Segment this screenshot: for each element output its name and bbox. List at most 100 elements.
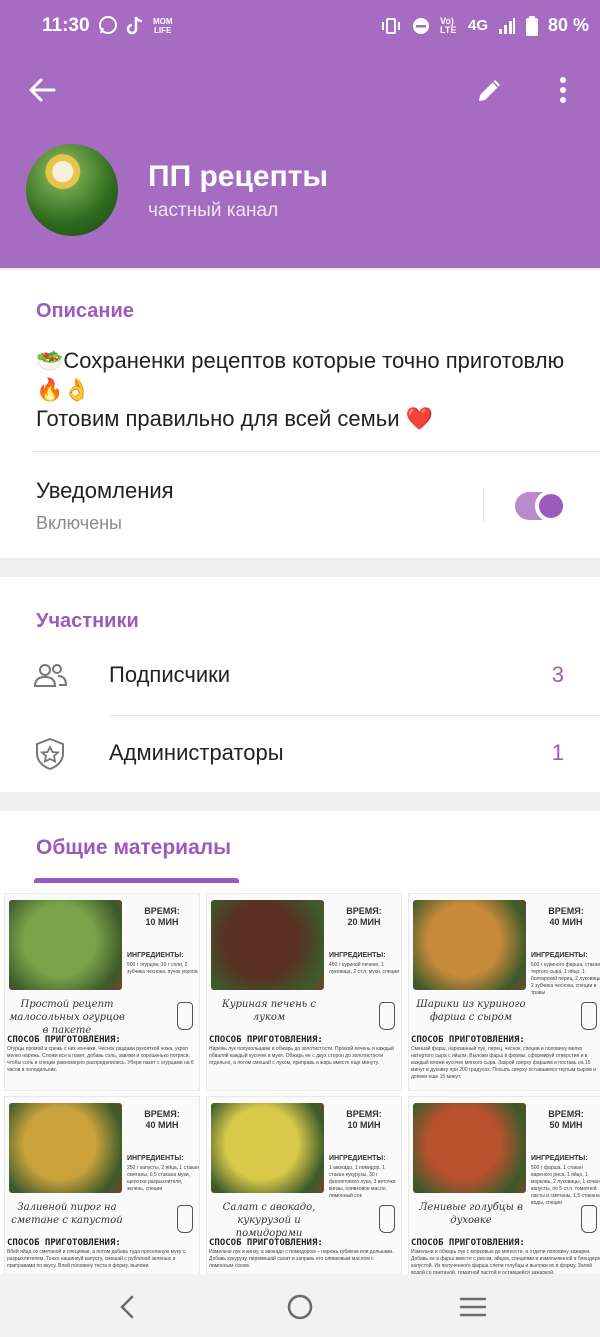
more-vertical-icon[interactable] bbox=[552, 74, 574, 106]
administrators-row[interactable]: Администраторы 1 bbox=[0, 716, 600, 792]
administrators-label: Администраторы bbox=[109, 740, 284, 765]
method-text: Вбей яйца со сметаной и специями, а пото… bbox=[7, 1249, 186, 1269]
ingredients-title: ИНГРЕДИЕНТЫ: bbox=[127, 952, 184, 959]
battery-percent: 80 % bbox=[548, 15, 590, 35]
recipe-caption: Ленивые голубцы в духовке bbox=[419, 1202, 523, 1226]
shield-star-icon bbox=[36, 737, 64, 771]
recipe-photo bbox=[413, 900, 526, 990]
notifications-row[interactable] bbox=[0, 452, 600, 558]
subscribers-row[interactable]: Подписчики 3 bbox=[0, 638, 600, 714]
status-time: 11:30 bbox=[42, 15, 90, 36]
system-icons: Vo) LTE 4G 80 % bbox=[380, 15, 589, 36]
subscribers-label: Подписчики bbox=[109, 662, 231, 687]
bottle-icon bbox=[581, 1205, 597, 1233]
battery-icon bbox=[526, 15, 539, 36]
bottle-icon bbox=[379, 1002, 395, 1030]
media-tile[interactable]: ВРЕМЯ: 20 МИН ИНГРЕДИЕНТЫ: 450 г куриной п… bbox=[206, 893, 402, 1091]
description-title: Описание bbox=[36, 300, 134, 322]
arrow-left-icon[interactable] bbox=[26, 74, 58, 106]
media-tile[interactable]: ВРЕМЯ: 40 МИН ИНГРЕДИЕНТЫ: 250 г капусты, … bbox=[4, 1096, 200, 1294]
administrators-count: 1 bbox=[551, 740, 564, 765]
media-tile[interactable]: ВРЕМЯ: 50 МИН ИНГРЕДИЕНТЫ: 500 г фарша, 1 … bbox=[408, 1096, 600, 1294]
ingredients-text: 500 г огурцов, 10 г соли, 2 зубчика чесн… bbox=[127, 962, 198, 975]
method-text: Смешай фарш, нарезанный лук, перец, чесн… bbox=[411, 1046, 596, 1080]
svg-text:LIFE: LIFE bbox=[154, 26, 172, 35]
notifications-toggle[interactable] bbox=[515, 490, 567, 522]
ingredients-title: ИНГРЕДИЕНТЫ: bbox=[531, 1155, 588, 1162]
bottle-icon bbox=[379, 1205, 395, 1233]
nav-back-icon[interactable] bbox=[112, 1292, 142, 1322]
tab-shared-media[interactable]: Общие материалы bbox=[36, 836, 231, 860]
description-line-2: Готовим правильно для всей семьи ❤️ bbox=[36, 406, 434, 431]
bottle-icon bbox=[581, 1002, 597, 1030]
ingredients-title: ИНГРЕДИЕНТЫ: bbox=[531, 952, 588, 959]
whatsapp-icon bbox=[99, 16, 117, 34]
recipe-time: ВРЕМЯ: 10 МИН bbox=[346, 1109, 382, 1130]
volte-icon: Vo) LTE bbox=[440, 15, 457, 35]
recipe-time: ВРЕМЯ: 40 МИН bbox=[548, 906, 584, 927]
recipe-photo bbox=[211, 900, 324, 990]
recipe-photo bbox=[9, 1103, 122, 1193]
ingredients-text: 250 г капусты, 2 яйца, 1 стакан сметаны,… bbox=[127, 1165, 199, 1192]
method-text: Нарежь лук полукольцами и обжарь до золо… bbox=[209, 1046, 394, 1066]
media-tile[interactable]: ВРЕМЯ: 10 МИН ИНГРЕДИЕНТЫ: 1 авокадо, 1 по… bbox=[206, 1096, 402, 1294]
ingredients-text: 450 г куриной печени, 1 луковица, 2 ст.л… bbox=[329, 962, 399, 975]
method-text: Огурцы промой и срежь с них кончики. Чес… bbox=[7, 1046, 194, 1073]
ingredients-title: ИНГРЕДИЕНТЫ: bbox=[127, 1155, 184, 1162]
tab-indicator bbox=[34, 878, 239, 883]
ingredients-text: 1 авокадо, 1 помидор, 1 стакан кукурузы,… bbox=[329, 1165, 396, 1199]
description-line-1: 🥗Сохраненки рецептов которые точно приго… bbox=[36, 348, 565, 402]
status-bar: 11:30 MOM LIFE Vo) LTE 4G 80 % bbox=[0, 0, 600, 50]
ingredients-title: ИНГРЕДИЕНТЫ: bbox=[329, 952, 386, 959]
recipe-time: ВРЕМЯ: 40 МИН bbox=[144, 1109, 180, 1130]
signal-icon bbox=[499, 17, 516, 34]
method-title: СПОСОБ ПРИГОТОВЛЕНИЯ: bbox=[7, 1035, 121, 1045]
dnd-icon bbox=[413, 17, 429, 34]
method-text: Измельчи и обжарь лук с морковью до мягк… bbox=[411, 1249, 600, 1276]
media-tile[interactable]: ВРЕМЯ: 10 МИН ИНГРЕДИЕНТЫ: 500 г огурцов, … bbox=[4, 893, 200, 1091]
ingredients-text: 500 г фарша, 1 стакан вареного риса, 1 я… bbox=[531, 1165, 600, 1206]
method-title: СПОСОБ ПРИГОТОВЛЕНИЯ: bbox=[209, 1035, 323, 1045]
channel-avatar[interactable] bbox=[26, 144, 118, 236]
method-title: СПОСОБ ПРИГОТОВЛЕНИЯ: bbox=[411, 1035, 525, 1045]
mom-life-icon: MOMLIFE bbox=[153, 17, 173, 35]
notifications-label: Уведомления bbox=[36, 478, 174, 503]
nav-recents-icon[interactable] bbox=[458, 1292, 488, 1322]
channel-subtitle: частный канал bbox=[148, 200, 279, 221]
toggle-separator bbox=[483, 488, 484, 522]
notification-icons: MOM LIFE bbox=[98, 15, 174, 35]
recipe-caption: Куриная печень с луком bbox=[221, 999, 317, 1023]
nav-home-icon[interactable] bbox=[285, 1292, 315, 1322]
people-icon bbox=[33, 664, 68, 687]
recipe-caption: Шарики из куриного фарша с сыром bbox=[416, 999, 526, 1023]
recipe-photo bbox=[211, 1103, 324, 1193]
vibrate-icon bbox=[382, 17, 400, 34]
channel-header: 11:30 MOM LIFE Vo) LTE 4G 80 % ПП рецепты… bbox=[0, 0, 600, 268]
tiktok-icon bbox=[126, 16, 143, 35]
recipe-time: ВРЕМЯ: 50 МИН bbox=[548, 1109, 584, 1130]
ingredients-title: ИНГРЕДИЕНТЫ: bbox=[329, 1155, 386, 1162]
notifications-status: Включены bbox=[36, 513, 122, 533]
bottle-icon bbox=[177, 1002, 193, 1030]
recipe-caption: Заливной пирог на сметане с капустой bbox=[11, 1202, 123, 1226]
method-title: СПОСОБ ПРИГОТОВЛЕНИЯ: bbox=[411, 1238, 525, 1248]
recipe-photo bbox=[413, 1103, 526, 1193]
method-title: СПОСОБ ПРИГОТОВЛЕНИЯ: bbox=[209, 1238, 323, 1248]
subscribers-count: 3 bbox=[551, 662, 564, 687]
recipe-time: ВРЕМЯ: 20 МИН bbox=[346, 906, 382, 927]
ingredients-text: 500 г куриного фарша, стакан тертого сыр… bbox=[531, 962, 600, 996]
method-title: СПОСОБ ПРИГОТОВЛЕНИЯ: bbox=[7, 1238, 121, 1248]
members-title: Участники bbox=[36, 610, 139, 632]
method-text: Измельчи лук и кинзу, а авокадо с помидо… bbox=[209, 1249, 394, 1269]
recipe-caption: Простой рецепт малосольных огурцов в пак… bbox=[9, 999, 125, 1036]
svg-text:MOM: MOM bbox=[153, 17, 173, 26]
recipe-photo bbox=[9, 900, 122, 990]
recipe-caption: Салат с авокадо, кукурузой и помидорами bbox=[222, 1202, 316, 1239]
pencil-icon[interactable] bbox=[474, 74, 506, 106]
recipe-time: ВРЕМЯ: 10 МИН bbox=[144, 906, 180, 927]
system-nav-bar bbox=[0, 1274, 600, 1337]
toggle-knob bbox=[535, 490, 567, 522]
media-tile[interactable]: ВРЕМЯ: 40 МИН ИНГРЕДИЕНТЫ: 500 г куриного … bbox=[408, 893, 600, 1091]
description-text: 🥗Сохраненки рецептов которые точно приго… bbox=[36, 346, 576, 433]
4g-icon: 4G bbox=[468, 17, 489, 34]
